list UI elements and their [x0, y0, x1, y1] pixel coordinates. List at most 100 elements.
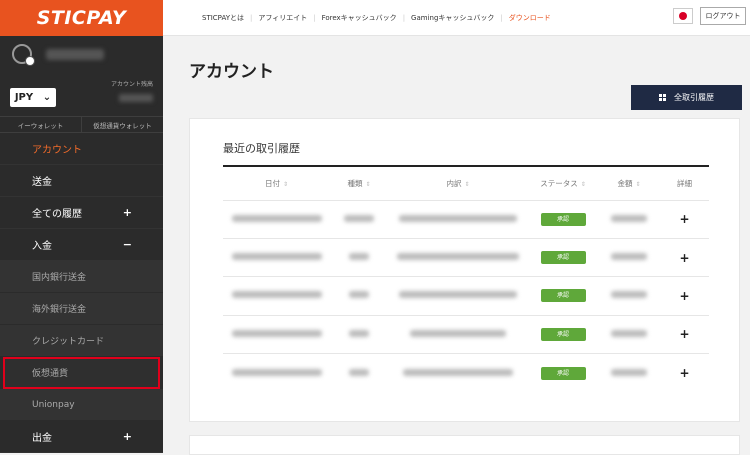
detail-plus-icon[interactable]: +: [679, 289, 689, 303]
detail-plus-icon[interactable]: +: [679, 366, 689, 380]
status-badge: 承認: [540, 366, 586, 380]
sidebar-item[interactable]: 国内銀行送金: [0, 261, 163, 293]
col-amount[interactable]: 金額 ⇕: [598, 165, 660, 200]
redacted-amount: [611, 253, 647, 261]
sort-icon: ⇕: [580, 180, 586, 188]
table-row: 承認 +: [223, 353, 709, 392]
sidebar-item[interactable]: アカウント: [0, 133, 163, 165]
top-link-affiliate[interactable]: アフィリエイト: [252, 13, 313, 23]
sidebar-item[interactable]: 海外銀行送金: [0, 293, 163, 325]
sort-icon: ⇕: [282, 180, 289, 188]
col-breakdown[interactable]: 内訳 ⇕: [388, 165, 528, 200]
top-bar: STICPAYとは | アフィリエイト | Forexキャッシュバック | Ga…: [163, 0, 750, 36]
top-link-forex-cashback[interactable]: Forexキャッシュバック: [316, 13, 403, 23]
sidebar-item[interactable]: Unionpay: [0, 389, 163, 421]
tab-ewallet[interactable]: イーウォレット: [0, 117, 81, 132]
sidebar-item-label: Unionpay: [32, 399, 75, 410]
sidebar-item-label: クレジットカード: [32, 337, 105, 347]
sort-icon: ⇕: [464, 180, 470, 188]
avatar-icon[interactable]: [12, 44, 35, 66]
expand-icon[interactable]: +: [123, 430, 132, 443]
account-balance-label: アカウント残高: [110, 81, 153, 88]
detail-plus-icon[interactable]: +: [679, 251, 689, 265]
grid-icon: [659, 94, 666, 101]
flag-circle: [679, 12, 687, 20]
redacted-date: [231, 253, 322, 261]
redacted-breakdown: [399, 291, 517, 299]
redacted-breakdown: [410, 329, 506, 337]
logout-button[interactable]: ログアウト: [700, 7, 746, 25]
detail-plus-icon[interactable]: +: [679, 327, 689, 341]
table-row: 承認 +: [223, 237, 709, 277]
sidebar: STICPAY JPY ⌄ アカウント残高 イーウォレット 仮想通貨ウォレット …: [0, 0, 163, 453]
tab-crypto-wallet[interactable]: 仮想通貨ウォレット: [81, 117, 163, 132]
sort-icon: ⇕: [635, 180, 641, 188]
redacted-amount: [611, 291, 647, 299]
top-link-download[interactable]: ダウンロード: [503, 13, 557, 23]
sidebar-item-label: 出金: [32, 433, 52, 444]
redacted-amount: [611, 214, 647, 222]
japan-flag-icon[interactable]: [673, 8, 693, 24]
sidebar-item[interactable]: 全ての履歴 +: [0, 197, 163, 229]
redacted-type: [344, 214, 374, 222]
col-amount-label: 金額: [617, 178, 633, 188]
secondary-card: [189, 435, 740, 455]
sidebar-item-label: 海外銀行送金: [32, 305, 87, 315]
col-type-label: 種類: [347, 178, 363, 188]
account-balance-redacted: [119, 94, 153, 102]
sidebar-item[interactable]: クレジットカード: [0, 325, 163, 357]
sidebar-item[interactable]: 出金 +: [0, 421, 163, 453]
col-detail: 詳細: [660, 165, 709, 200]
sidebar-item[interactable]: 仮想通貨: [3, 357, 160, 389]
redacted-date: [231, 368, 322, 376]
table-row: 承認 +: [223, 199, 709, 239]
top-link-about[interactable]: STICPAYとは: [196, 13, 250, 23]
user-name-redacted: [46, 48, 104, 60]
col-date-label: 日付: [264, 178, 280, 188]
col-status[interactable]: ステータス ⇕: [528, 165, 598, 200]
redacted-amount: [611, 329, 647, 337]
redacted-date: [231, 214, 322, 222]
col-detail-label: 詳細: [677, 178, 692, 188]
col-date[interactable]: 日付 ⇕: [223, 165, 330, 200]
sidebar-item-label: 送金: [32, 177, 52, 188]
sidebar-item[interactable]: 入金 −: [0, 229, 163, 261]
chevron-down-icon: ⌄: [42, 92, 52, 103]
col-type[interactable]: 種類 ⇕: [330, 165, 388, 200]
all-history-button[interactable]: 全取引履歴: [631, 85, 742, 110]
table-row: 承認 +: [223, 276, 709, 316]
currency-value: JPY: [14, 92, 34, 103]
redacted-breakdown: [403, 368, 513, 376]
sidebar-item-label: 国内銀行送金: [32, 273, 87, 283]
sidebar-nav: アカウント送金全ての履歴 + 入金 − 国内銀行送金 海外銀行送金クレジットカード 仮想通貨…: [0, 133, 163, 453]
status-badge: 承認: [540, 212, 586, 226]
expand-icon[interactable]: +: [123, 206, 132, 219]
logo-bar: STICPAY: [0, 0, 163, 36]
sidebar-item[interactable]: 送金: [0, 165, 163, 197]
sticpay-logo[interactable]: STICPAY: [37, 7, 127, 29]
account-balance: アカウント残高: [111, 79, 153, 102]
detail-plus-icon[interactable]: +: [679, 212, 689, 226]
sidebar-item-label: 入金: [32, 241, 52, 252]
redacted-breakdown: [397, 253, 519, 261]
wallet-tabs: イーウォレット 仮想通貨ウォレット: [0, 116, 163, 133]
redacted-type: [349, 253, 369, 261]
redacted-type: [349, 291, 369, 299]
all-history-label: 全取引履歴: [674, 93, 714, 102]
redacted-date: [231, 329, 322, 337]
table-row: 承認 +: [223, 314, 709, 354]
top-link-gaming-cashback[interactable]: Gamingキャッシュバック: [405, 13, 500, 23]
recent-transactions-card: 最近の取引履歴 日付 ⇕ 種類 ⇕ 内訳 ⇕ ステータス ⇕ 金額 ⇕ 詳細 承認 + 承認 +…: [189, 118, 740, 422]
col-status-label: ステータス: [540, 178, 578, 188]
sidebar-item-label: 仮想通貨: [32, 369, 69, 379]
page-title: アカウント: [189, 62, 274, 82]
status-badge: 承認: [540, 251, 586, 265]
redacted-type: [349, 368, 369, 376]
sort-icon: ⇕: [365, 180, 371, 188]
currency-select[interactable]: JPY ⌄: [10, 88, 56, 107]
card-title: 最近の取引履歴: [223, 142, 300, 155]
redacted-date: [231, 291, 322, 299]
table-body: 承認 + 承認 + 承認 + 承認 + 承認 +: [223, 199, 709, 392]
profile: [0, 36, 163, 72]
collapse-icon[interactable]: −: [123, 238, 132, 251]
